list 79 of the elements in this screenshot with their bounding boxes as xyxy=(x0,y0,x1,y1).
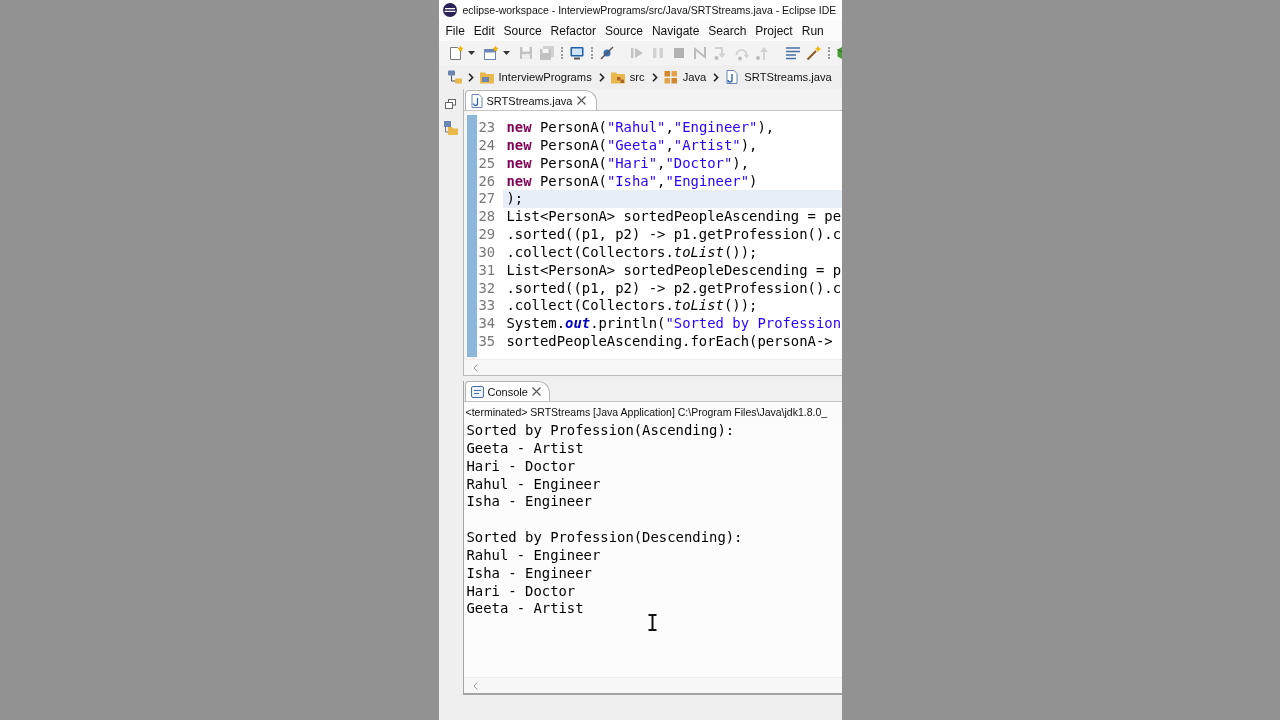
line-number: 26 xyxy=(477,172,497,191)
breadcrumb-item[interactable]: SRTStreams.java xyxy=(724,69,832,85)
line-number: 34 xyxy=(477,315,497,334)
code-line: new PersonA("Geeta","Artist"), xyxy=(505,136,759,155)
horizontal-scrollbar[interactable] xyxy=(463,359,842,375)
code-line: List<PersonA> sortedPeopleAscending = pe xyxy=(505,208,842,227)
line-number: 23 xyxy=(477,119,497,137)
menu-item[interactable]: Refactor xyxy=(550,23,596,38)
chevron-icon xyxy=(713,72,720,82)
console-line: Sorted by Profession(Ascending): xyxy=(466,422,735,440)
line-number: 24 xyxy=(477,136,497,155)
line-number: 33 xyxy=(477,297,497,316)
restore-icon[interactable] xyxy=(445,99,456,109)
text-cursor-icon xyxy=(647,614,657,631)
code-line: .sorted((p1, p2) -> p1.getProfession().c xyxy=(505,226,842,244)
console-line: Isha - Engineer xyxy=(466,564,592,583)
console-status-text: <terminated> SRTStreams [Java Application] C:\Program Files\Java\jdk1.8.0_ xyxy=(465,406,828,418)
console-line: Rahul - Engineer xyxy=(466,475,601,494)
console-line: Hari - Doctor xyxy=(466,457,576,476)
console-line: Rahul - Engineer xyxy=(466,546,601,565)
console-icon xyxy=(470,385,484,398)
scroll-left-icon[interactable] xyxy=(472,681,478,690)
chevron-icon xyxy=(467,72,474,82)
package-icon xyxy=(662,69,679,85)
close-icon[interactable] xyxy=(531,387,541,396)
menu-item[interactable]: Edit xyxy=(473,23,495,38)
horizontal-scrollbar[interactable] xyxy=(463,677,842,693)
close-icon[interactable] xyxy=(576,96,586,105)
hierarchy-icon[interactable] xyxy=(446,69,463,85)
line-number: 27 xyxy=(477,190,497,209)
breadcrumb-item[interactable]: InterviewPrograms xyxy=(478,69,592,85)
folders-icon[interactable] xyxy=(442,120,459,136)
chevron-icon xyxy=(598,72,605,82)
code-line: .collect(Collectors.toList()); xyxy=(505,297,759,316)
code-line: List<PersonA> sortedPeopleDescending = p xyxy=(505,261,842,280)
code-line: new PersonA("Isha","Engineer") xyxy=(505,172,759,191)
wand-icon[interactable] xyxy=(805,45,822,61)
menu-item[interactable]: Navigate xyxy=(651,23,700,38)
console-line: Geeta - Artist xyxy=(466,439,584,458)
console-line: Isha - Engineer xyxy=(466,493,592,512)
breadcrumb-item[interactable]: Java xyxy=(662,69,707,85)
line-number: 29 xyxy=(477,226,497,244)
line-number: 30 xyxy=(477,243,497,262)
menu-item[interactable]: Source xyxy=(604,23,643,38)
caret-icon[interactable] xyxy=(467,51,475,55)
line-number: 28 xyxy=(477,208,497,227)
menu-item[interactable]: Project xyxy=(755,23,793,38)
code-line: new PersonA("Hari","Doctor"), xyxy=(505,154,751,173)
code-line: .sorted((p1, p2) -> p2.getProfession().c xyxy=(505,279,842,298)
code-line: new PersonA("Rahul","Engineer"), xyxy=(505,119,776,137)
monitor-icon[interactable] xyxy=(568,45,585,61)
line-number: 35 xyxy=(477,333,497,351)
editor-tab[interactable]: SRTStreams.java xyxy=(464,90,597,110)
chevron-icon xyxy=(651,72,658,82)
window-title: eclipse-workspace - InterviewPrograms/src/Java/SRTStreams.java - Eclipse IDE xyxy=(462,4,837,16)
console-line: Hari - Doctor xyxy=(466,582,576,601)
console-line: Sorted by Profession(Descending): xyxy=(466,529,743,547)
code-line: .collect(Collectors.toList()); xyxy=(505,243,759,262)
line-number: 25 xyxy=(477,154,497,173)
console-tab[interactable]: Console xyxy=(464,381,550,401)
new-file-icon[interactable] xyxy=(447,45,464,61)
menu-item[interactable]: Source xyxy=(503,23,542,38)
caret-icon[interactable] xyxy=(502,51,510,55)
app-logo-icon xyxy=(442,3,457,17)
console-line: Geeta - Artist xyxy=(466,600,584,619)
file-icon xyxy=(724,69,741,85)
file-icon xyxy=(470,93,483,108)
breadcrumb-item[interactable]: src xyxy=(609,69,645,85)
menu-item[interactable]: Run xyxy=(801,23,824,38)
code-line: System.out.println("Sorted by Profession xyxy=(505,315,842,334)
menu-item[interactable]: File xyxy=(445,23,465,38)
menu-item[interactable]: Search xyxy=(708,23,747,38)
slashed-circle-icon[interactable] xyxy=(598,45,615,61)
code-line: sortedPeopleAscending.forEach(personA-> xyxy=(505,333,834,351)
lines-icon[interactable] xyxy=(784,45,801,61)
line-number: 32 xyxy=(477,279,497,298)
line-number: 31 xyxy=(477,261,497,280)
new-window-icon[interactable] xyxy=(482,45,499,61)
scroll-left-icon[interactable] xyxy=(472,363,478,372)
